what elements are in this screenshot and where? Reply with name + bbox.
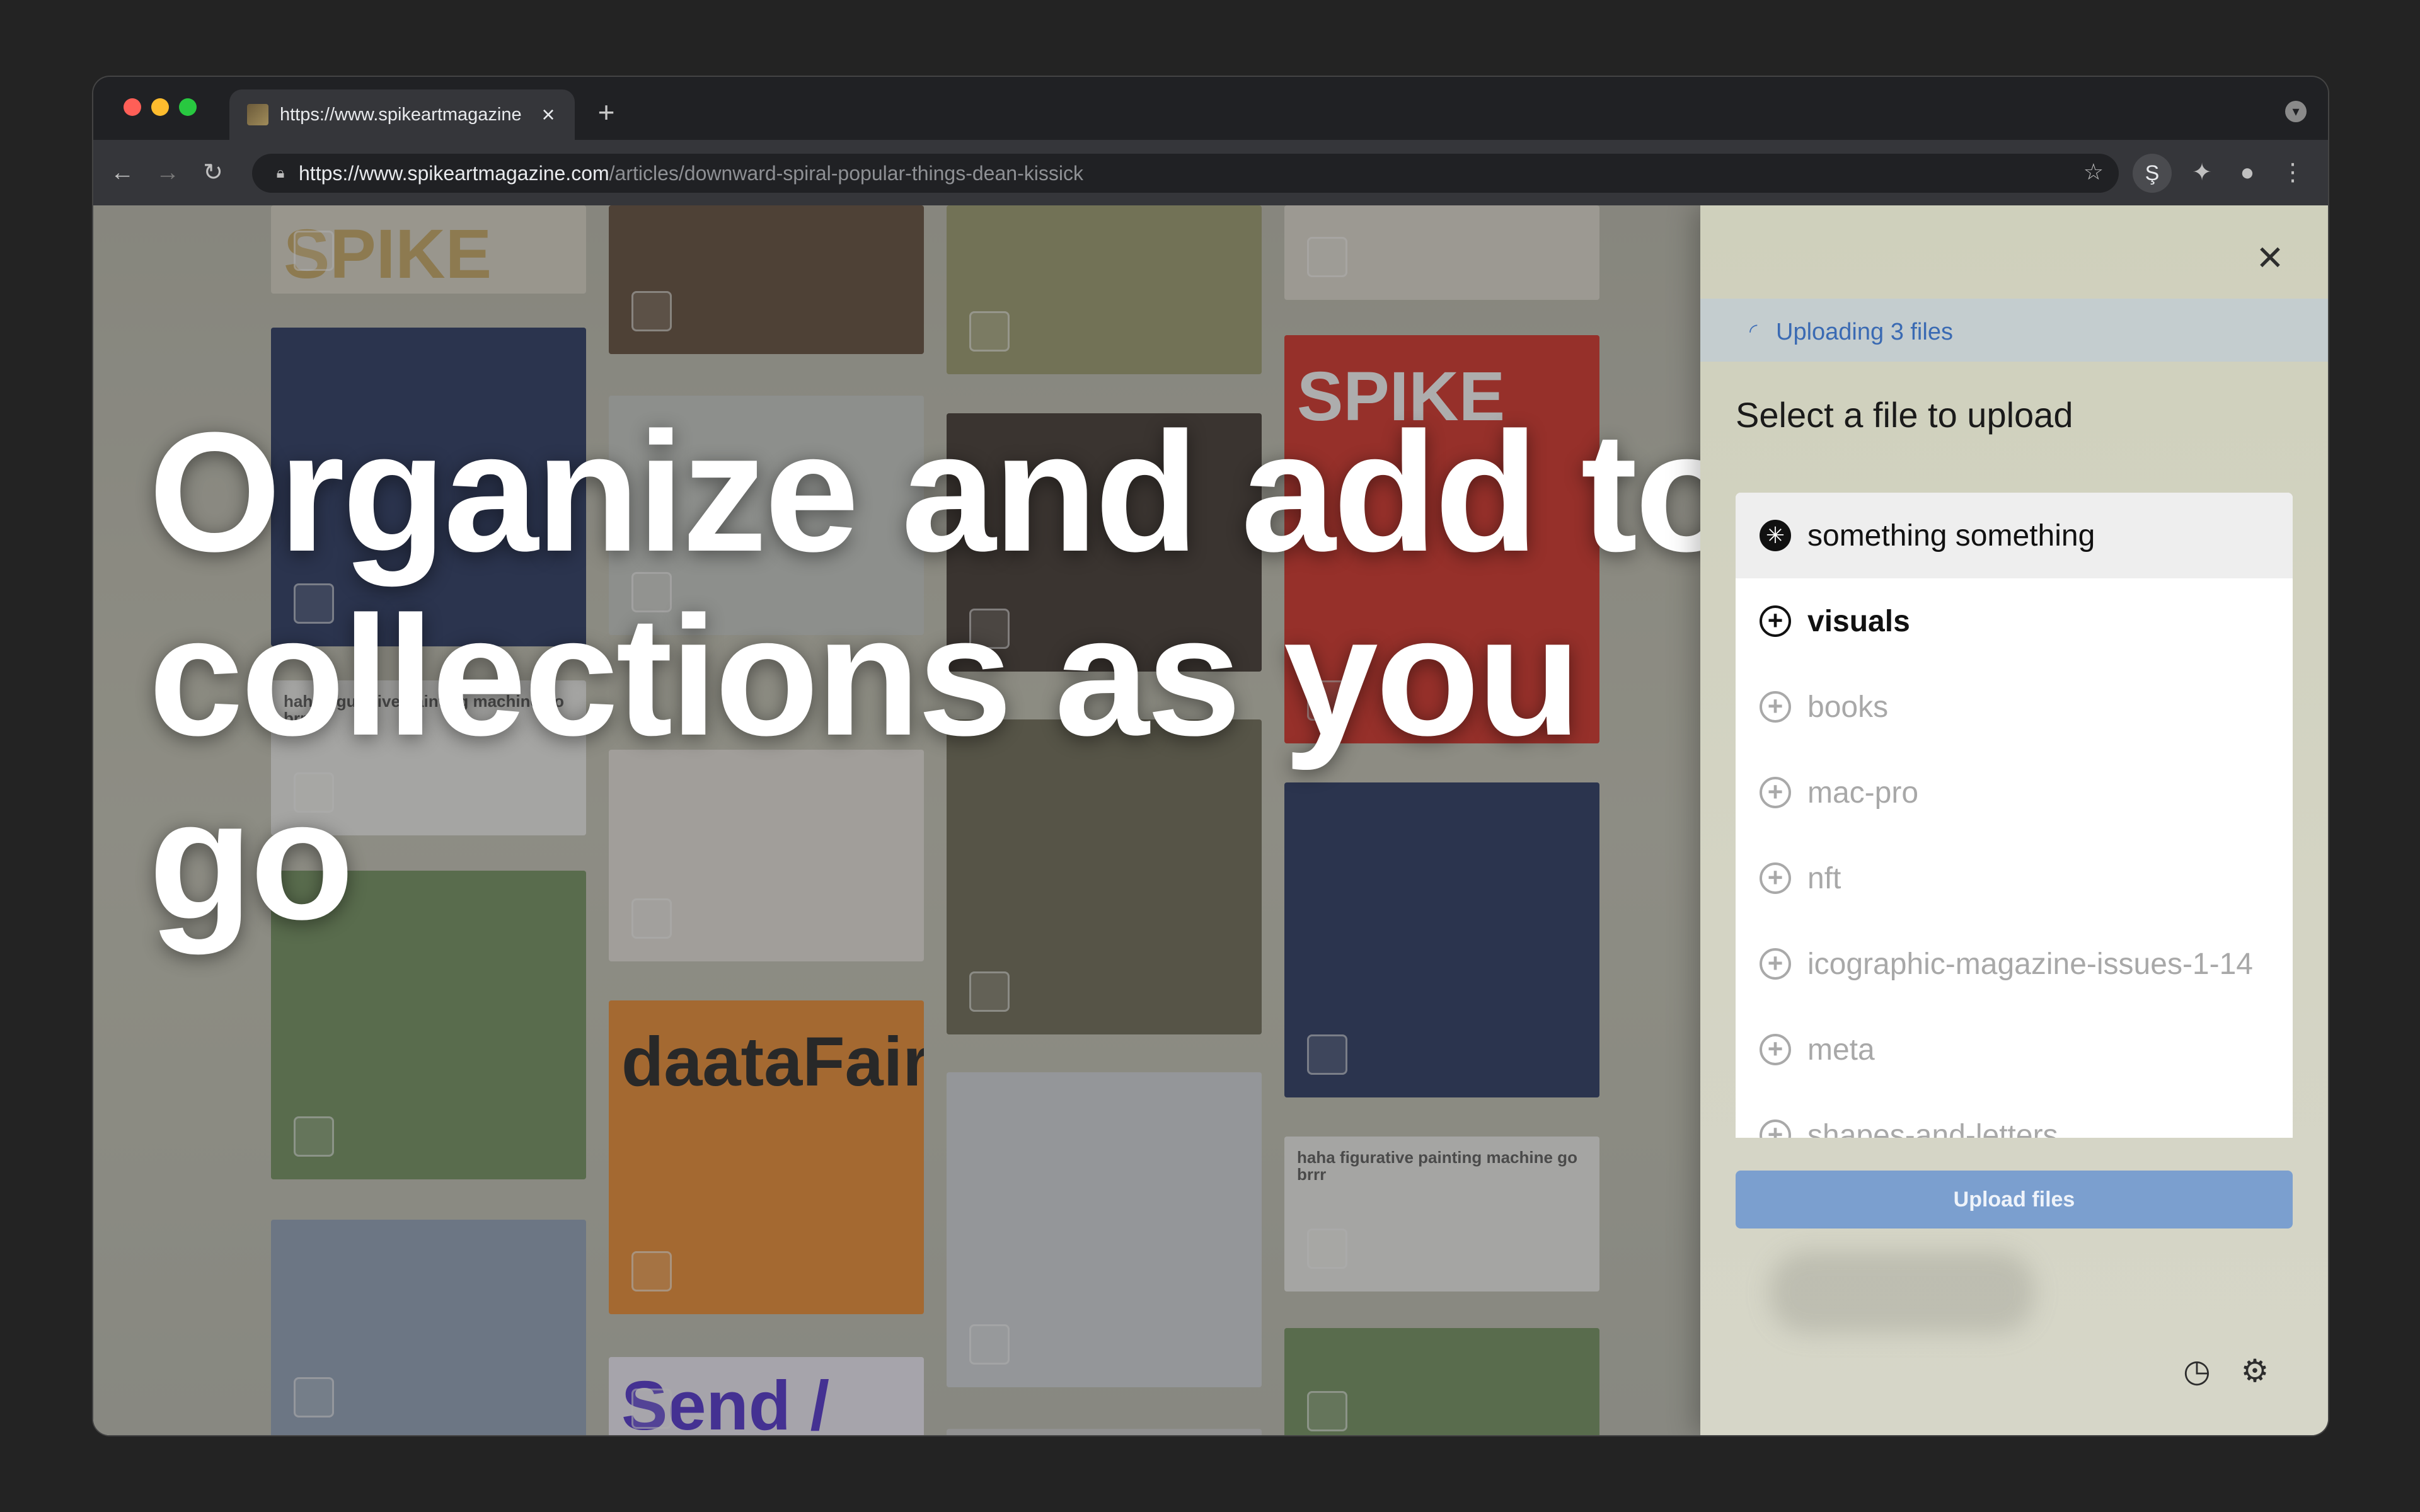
tab-title: https://www.spikeartmagazine bbox=[280, 104, 522, 125]
close-window-button[interactable] bbox=[124, 98, 141, 116]
forward-arrow-icon[interactable]: → bbox=[153, 158, 183, 188]
collection-item[interactable]: + books bbox=[1736, 664, 2293, 750]
upload-panel: ✕ ◜ Uploading 3 files Select a file to u… bbox=[1700, 205, 2328, 1435]
collection-item-label: nft bbox=[1807, 861, 1841, 895]
plus-circle-icon: + bbox=[1760, 691, 1791, 723]
close-icon[interactable]: ✕ bbox=[2251, 239, 2289, 277]
zoom-window-button[interactable] bbox=[179, 98, 197, 116]
url-text: https://www.spikeartmagazine.com/article… bbox=[299, 161, 1083, 185]
headline-line-1: Organize and add to bbox=[149, 398, 1739, 587]
collection-item-label: shapes-and-letters bbox=[1807, 1118, 2058, 1138]
bookmark-star-icon[interactable]: ☆ bbox=[2083, 159, 2104, 185]
uploading-status-text: Uploading 3 files bbox=[1776, 319, 1953, 345]
panel-title: Select a file to upload bbox=[1736, 395, 2073, 435]
spinner-icon: ◜ bbox=[1749, 319, 1758, 342]
collection-item-label: mac-pro bbox=[1807, 776, 1919, 810]
lock-icon: 🔒︎ bbox=[276, 164, 285, 181]
kebab-menu-icon[interactable]: ⋮ bbox=[2278, 158, 2308, 188]
plus-icon[interactable]: + bbox=[589, 94, 624, 130]
collection-item-label: something something bbox=[1807, 518, 2095, 553]
plus-circle-icon: + bbox=[1760, 1120, 1791, 1138]
back-arrow-icon[interactable]: ← bbox=[107, 158, 137, 188]
history-clock-icon[interactable]: ◷ bbox=[2179, 1353, 2215, 1389]
asterisk-icon: ✳ bbox=[1760, 520, 1791, 551]
page-content: SPIKE haha figurative painting machine go… bbox=[93, 205, 2328, 1435]
collection-item[interactable]: + nft bbox=[1736, 835, 2293, 921]
plus-circle-icon: + bbox=[1760, 777, 1791, 808]
plus-circle-icon: + bbox=[1760, 948, 1791, 980]
collection-item-label: visuals bbox=[1807, 604, 1910, 638]
tab-close-icon[interactable]: × bbox=[534, 101, 562, 129]
collection-item[interactable]: + shapes-and-letters bbox=[1736, 1092, 2293, 1138]
uploading-banner: ◜ Uploading 3 files bbox=[1700, 299, 2328, 362]
minimize-window-button[interactable] bbox=[151, 98, 169, 116]
tab-bar: https://www.spikeartmagazine × + ▾ bbox=[93, 77, 2328, 140]
puzzle-extensions-icon[interactable]: ✦ bbox=[2187, 158, 2217, 188]
address-bar[interactable]: 🔒︎ https://www.spikeartmagazine.com/arti… bbox=[252, 154, 2119, 193]
headline-line-2: collections as you go bbox=[149, 581, 1581, 955]
settings-gear-icon[interactable]: ⚙ bbox=[2237, 1353, 2273, 1389]
browser-window: https://www.spikeartmagazine × + ▾ ← → ↻… bbox=[93, 77, 2328, 1435]
collection-list: ✳ something something + visuals + books + mac-p… bbox=[1736, 493, 2293, 1138]
collection-item[interactable]: + meta bbox=[1736, 1007, 2293, 1092]
collection-item[interactable]: + mac-pro bbox=[1736, 750, 2293, 835]
collection-item[interactable]: + icographic-magazine-issues-1-14 bbox=[1736, 921, 2293, 1007]
active-tab[interactable]: https://www.spikeartmagazine × bbox=[229, 89, 575, 140]
collection-item[interactable]: ✳ something something bbox=[1736, 493, 2293, 578]
plus-circle-icon: + bbox=[1760, 605, 1791, 637]
collection-item[interactable]: + visuals bbox=[1736, 578, 2293, 664]
extension-icon[interactable]: Ş bbox=[2133, 154, 2172, 193]
collection-item-label: meta bbox=[1807, 1033, 1875, 1067]
upload-files-button[interactable]: Upload files bbox=[1736, 1171, 2293, 1228]
collection-item-label: books bbox=[1807, 690, 1889, 724]
reload-icon[interactable]: ↻ bbox=[198, 158, 228, 188]
tab-search-icon[interactable]: ▾ bbox=[2285, 101, 2307, 122]
blurred-shadow bbox=[1770, 1251, 2034, 1333]
plus-circle-icon: + bbox=[1760, 1034, 1791, 1065]
site-favicon-icon bbox=[247, 104, 268, 125]
collection-item-label: icographic-magazine-issues-1-14 bbox=[1807, 947, 2253, 981]
toolbar: ← → ↻ 🔒︎ https://www.spikeartmagazine.co… bbox=[93, 140, 2328, 205]
profile-avatar-icon[interactable]: ● bbox=[2232, 158, 2262, 188]
plus-circle-icon: + bbox=[1760, 862, 1791, 894]
headline: Organize and add to collections as you g… bbox=[149, 401, 1812, 953]
